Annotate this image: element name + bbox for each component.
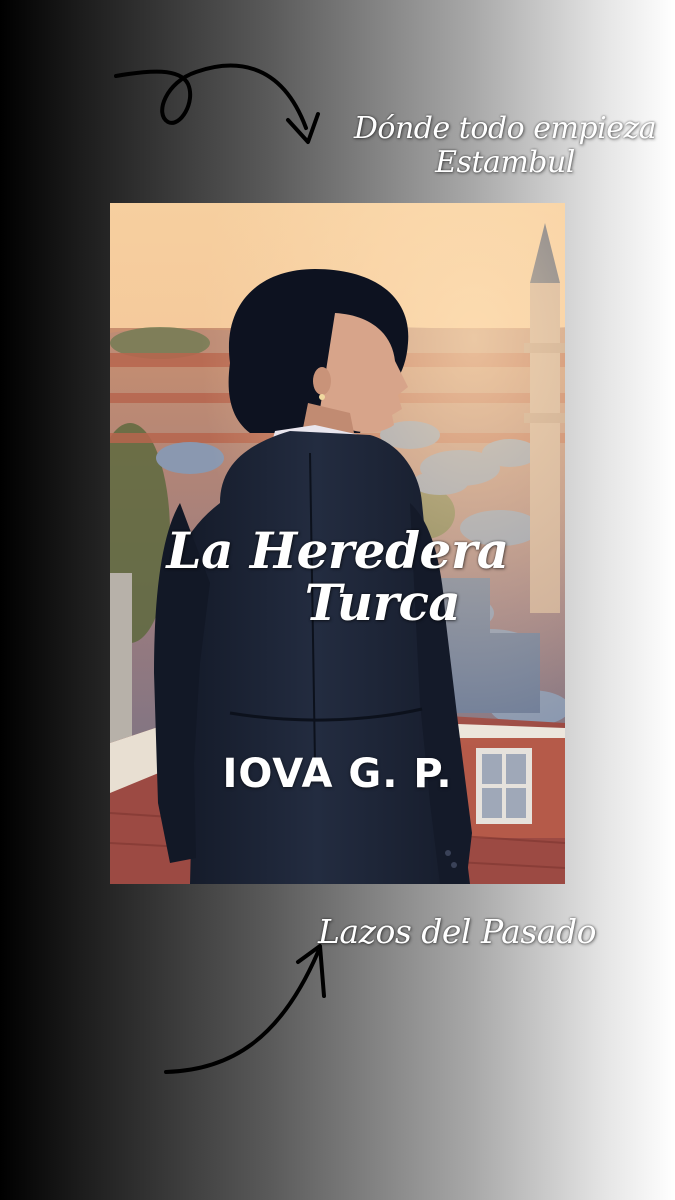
book-cover: La Heredera Turca IOVA G. P. [110,203,565,884]
top-caption-line2: Estambul [435,145,575,180]
book-title-line1: La Heredera [166,521,509,580]
book-title-line2: Turca [304,573,461,632]
curved-arrow-top-icon [114,63,320,144]
book-title: La Heredera Turca [110,525,565,629]
author-name: IOVA G. P. [222,751,453,797]
top-caption: Dónde todo empieza Estambul [345,112,665,180]
curved-arrow-bottom-icon [164,944,326,1074]
top-caption-line1: Dónde todo empieza [353,111,657,146]
bottom-caption: Lazos del Pasado [318,912,596,951]
